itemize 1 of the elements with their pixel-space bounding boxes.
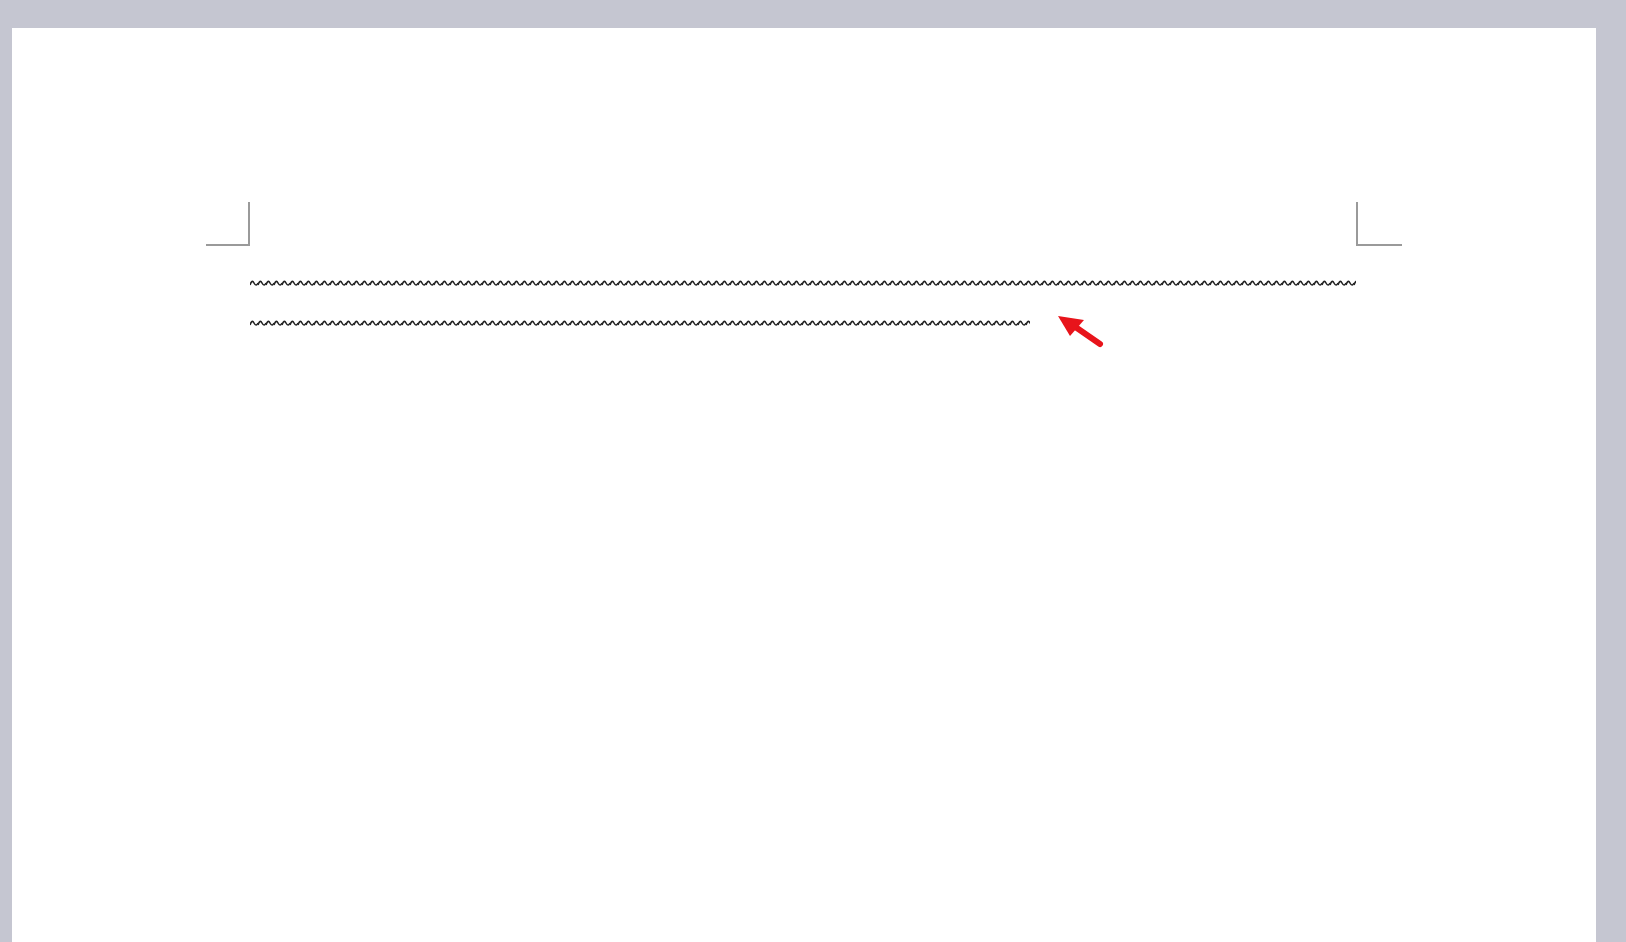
corner-mark <box>1356 202 1402 246</box>
